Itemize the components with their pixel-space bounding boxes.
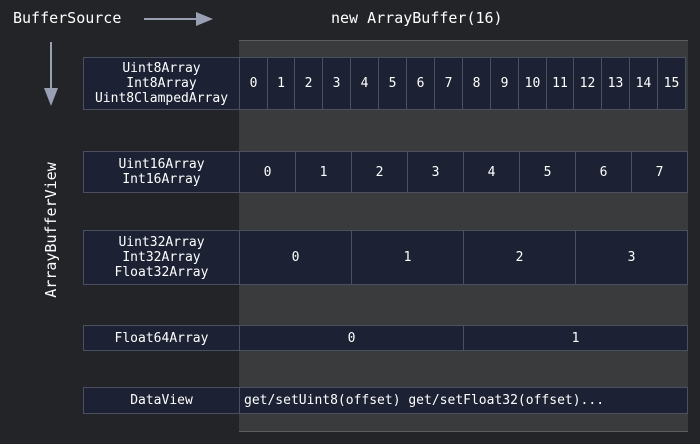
byte-cell: 15 (658, 57, 686, 110)
element-cell: 2 (464, 230, 576, 285)
float64-cells: 0 1 (239, 325, 688, 351)
view-type-label: Uint8Array (122, 61, 201, 76)
uint8-row-label: Uint8Array Int8Array Uint8ClampedArray (83, 57, 240, 110)
view-type-label: Int32Array (122, 250, 201, 265)
element-cell: 3 (576, 230, 688, 285)
array-buffer-title: new ArrayBuffer(16) (331, 9, 503, 27)
dataview-row-label: DataView (83, 387, 240, 414)
element-cell: 3 (408, 151, 464, 193)
byte-cell: 5 (379, 57, 407, 110)
element-cell: 6 (576, 151, 632, 193)
uint16-row-label: Uint16Array Int16Array (83, 151, 240, 193)
view-type-label: Uint16Array (118, 157, 205, 172)
byte-cell: 4 (351, 57, 379, 110)
element-cell: 5 (520, 151, 576, 193)
byte-cell: 10 (519, 57, 547, 110)
right-arrow-icon (144, 12, 213, 26)
view-type-label: Int8Array (126, 76, 197, 91)
uint8-cells: 0 1 2 3 4 5 6 7 8 9 10 11 12 13 14 15 (239, 57, 688, 110)
byte-cell: 11 (547, 57, 574, 110)
buffer-source-label: BufferSource (13, 9, 122, 27)
view-type-label: Float32Array (114, 265, 209, 280)
byte-cell: 14 (630, 57, 658, 110)
byte-cell: 7 (435, 57, 463, 110)
element-cell: 1 (296, 151, 352, 193)
uint32-cells: 0 1 2 3 (239, 230, 688, 285)
element-cell: 0 (239, 325, 464, 351)
byte-cell: 2 (295, 57, 323, 110)
uint32-row-label: Uint32Array Int32Array Float32Array (83, 230, 240, 285)
byte-cell: 6 (407, 57, 435, 110)
byte-cell: 3 (323, 57, 351, 110)
array-buffer-view-label: ArrayBufferView (42, 162, 60, 298)
element-cell: 0 (239, 151, 296, 193)
byte-cell: 12 (574, 57, 602, 110)
byte-cell: 9 (491, 57, 519, 110)
view-type-label: DataView (130, 393, 193, 408)
dataview-methods: get/setUint8(offset) get/setFloat32(offs… (239, 387, 688, 414)
float64-row-label: Float64Array (83, 325, 240, 351)
byte-cell: 1 (268, 57, 295, 110)
byte-cell: 0 (239, 57, 268, 110)
element-cell: 1 (464, 325, 688, 351)
element-cell: 4 (464, 151, 520, 193)
element-cell: 7 (632, 151, 688, 193)
uint16-cells: 0 1 2 3 4 5 6 7 (239, 151, 688, 193)
view-type-label: Int16Array (122, 172, 201, 187)
view-type-label: Float64Array (114, 330, 209, 346)
element-cell: 2 (352, 151, 408, 193)
element-cell: 0 (239, 230, 352, 285)
down-arrow-icon (44, 42, 58, 106)
element-cell: 1 (352, 230, 464, 285)
view-type-label: Uint32Array (118, 235, 205, 250)
view-type-label: Uint8ClampedArray (94, 91, 229, 106)
byte-cell: 13 (602, 57, 630, 110)
byte-cell: 8 (463, 57, 491, 110)
